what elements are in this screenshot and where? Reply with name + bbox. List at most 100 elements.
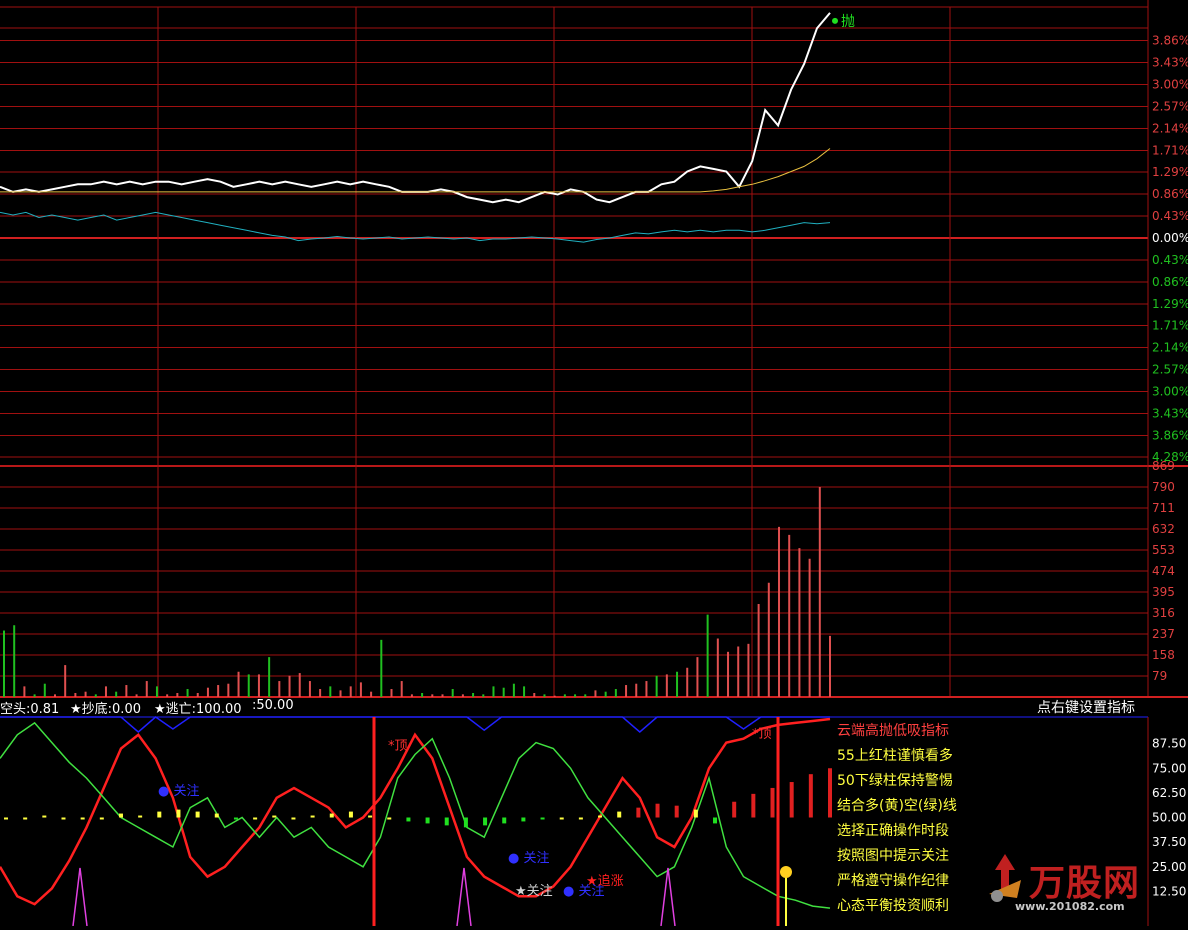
bottom-label: ★抄底:0.00 — [70, 698, 141, 717]
indicator-histogram-bar — [272, 815, 277, 818]
indicator-histogram-bar — [4, 817, 8, 820]
indicator-histogram-bar — [578, 817, 583, 820]
watermark: 万股网 www.201082.com — [985, 852, 1155, 922]
indicator-histogram-bar — [23, 817, 28, 820]
indicator-histogram-bar — [808, 774, 813, 818]
legend-line: 50下绿柱保持警惕 — [837, 773, 953, 789]
buy-signal-dot — [780, 866, 792, 878]
y-tick-label: 87.50 — [1152, 737, 1186, 751]
y-tick-label: 0.43% — [1152, 253, 1188, 267]
indicator-histogram-bar — [617, 811, 622, 818]
chase-marker: ★追涨 — [586, 873, 624, 889]
indicator-histogram-bar — [713, 817, 718, 824]
top-marker: *顶 — [752, 727, 772, 742]
star-icon: ★ — [154, 702, 166, 717]
escape-label-text: 逃亡:100.00 — [165, 702, 242, 717]
y-tick-label: 2.57% — [1152, 99, 1188, 113]
y-tick-label: 316 — [1152, 606, 1175, 620]
indicator-histogram-bar — [42, 815, 47, 818]
indicator-histogram-bar — [406, 817, 411, 822]
y-tick-label: 62.50 — [1152, 786, 1186, 800]
indicator-histogram-bar — [348, 811, 353, 818]
y-tick-label: 3.86% — [1152, 429, 1188, 443]
indicator-histogram-bar — [655, 803, 660, 818]
indicator-histogram-bar — [559, 817, 564, 820]
indicator-histogram-bar — [118, 813, 123, 818]
y-tick-label: 395 — [1152, 585, 1175, 599]
y-tick-label: 869 — [1152, 459, 1175, 473]
indicator-histogram-bar — [233, 817, 238, 820]
watermark-url: www.201082.com — [1015, 900, 1125, 913]
logo-icon — [985, 854, 1025, 902]
y-tick-label: 1.29% — [1152, 165, 1188, 179]
short-label: 空头:0.81 — [0, 702, 60, 717]
settings-hint[interactable]: 点右键设置指标 — [1037, 697, 1135, 717]
indicator-histogram-bar — [176, 809, 181, 818]
indicator-histogram-bar — [521, 817, 526, 822]
indicator-histogram-bar — [540, 817, 545, 820]
extra-value: :50.00 — [252, 698, 294, 713]
y-tick-label: 790 — [1152, 480, 1175, 494]
indicator-histogram-bar — [80, 817, 85, 820]
indicator-histogram-bar — [598, 815, 603, 818]
legend-line: 结合多(黄)空(绿)线 — [837, 798, 957, 814]
indicator-histogram-bar — [425, 817, 430, 824]
y-tick-label: 50.00 — [1152, 811, 1186, 825]
indicator-histogram-bar — [789, 782, 794, 818]
y-tick-label: 553 — [1152, 543, 1175, 557]
watermark-brand: 万股网 — [1029, 863, 1141, 904]
y-tick-label: 37.50 — [1152, 835, 1186, 849]
y-tick-label: 3.43% — [1152, 55, 1188, 69]
legend-line: 严格遵守操作纪律 — [837, 873, 949, 889]
indicator-histogram-bar — [329, 813, 334, 818]
indicator-histogram-bar — [751, 793, 756, 818]
legend-line: 云端高抛低吸指标 — [837, 723, 949, 739]
legend-line: 55上红柱谨慎看多 — [837, 748, 953, 764]
legend-line: 按照图中提示关注 — [837, 848, 949, 864]
y-tick-label: 75.00 — [1152, 761, 1186, 775]
indicator-histogram-bar — [291, 817, 296, 820]
watch-marker: ★关注 — [515, 884, 553, 899]
y-tick-label: 79 — [1152, 669, 1167, 683]
indicator-histogram-bar — [732, 801, 737, 818]
y-tick-label: 25.00 — [1152, 860, 1186, 874]
y-tick-label: 3.00% — [1152, 385, 1188, 399]
indicator-histogram-bar — [368, 815, 373, 818]
watch-marker: ● 关注 — [158, 784, 199, 799]
indicator-histogram-bar — [195, 811, 200, 818]
y-tick-label: 3.86% — [1152, 33, 1188, 47]
indicator-histogram-bar — [770, 787, 775, 818]
indicator-histogram-bar — [214, 813, 219, 818]
y-tick-label: 0.86% — [1152, 275, 1188, 289]
y-tick-label: 158 — [1152, 648, 1175, 662]
watch-marker: ● 关注 — [508, 851, 549, 866]
legend-line: 心态平衡投资顺利 — [837, 898, 949, 914]
indicator-histogram-bar — [138, 815, 143, 818]
y-tick-label: 711 — [1152, 501, 1175, 515]
top-marker: *顶 — [388, 739, 408, 754]
indicator-histogram-bar — [61, 817, 66, 820]
star-icon: ★ — [70, 702, 82, 717]
y-tick-label: 1.71% — [1152, 144, 1188, 158]
y-tick-label: 12.50 — [1152, 884, 1186, 898]
y-tick-label: 237 — [1152, 627, 1175, 641]
indicator-histogram-bar — [99, 817, 104, 820]
y-tick-label: 0.00% — [1152, 231, 1188, 245]
indicator-histogram-bar — [310, 815, 315, 818]
y-tick-label: 0.86% — [1152, 187, 1188, 201]
y-tick-label: 0.43% — [1152, 209, 1188, 223]
y-tick-label: 2.14% — [1152, 122, 1188, 136]
y-tick-label: 474 — [1152, 564, 1175, 578]
chart-canvas: 3.86% 3.43% 3.00% 2.57% 2.14% 1.71% 1.29% 0.86%… — [0, 0, 1188, 927]
chart-stage: 3.86% 3.43% 3.00% 2.57% 2.14% 1.71% 1.29% 0.86%… — [0, 0, 1188, 927]
legend-line: 选择正确操作时段 — [837, 823, 949, 839]
indicator-histogram-bar — [387, 817, 392, 820]
sell-point-dot — [832, 17, 838, 24]
y-tick-label: 2.57% — [1152, 363, 1188, 377]
y-tick-label: 1.71% — [1152, 318, 1188, 332]
y-tick-label: 632 — [1152, 522, 1175, 536]
indicator-histogram-bar — [253, 817, 258, 820]
y-tick-label: 2.14% — [1152, 341, 1188, 355]
indicator-histogram-bar — [828, 768, 832, 818]
indicator-histogram-bar — [636, 807, 641, 818]
